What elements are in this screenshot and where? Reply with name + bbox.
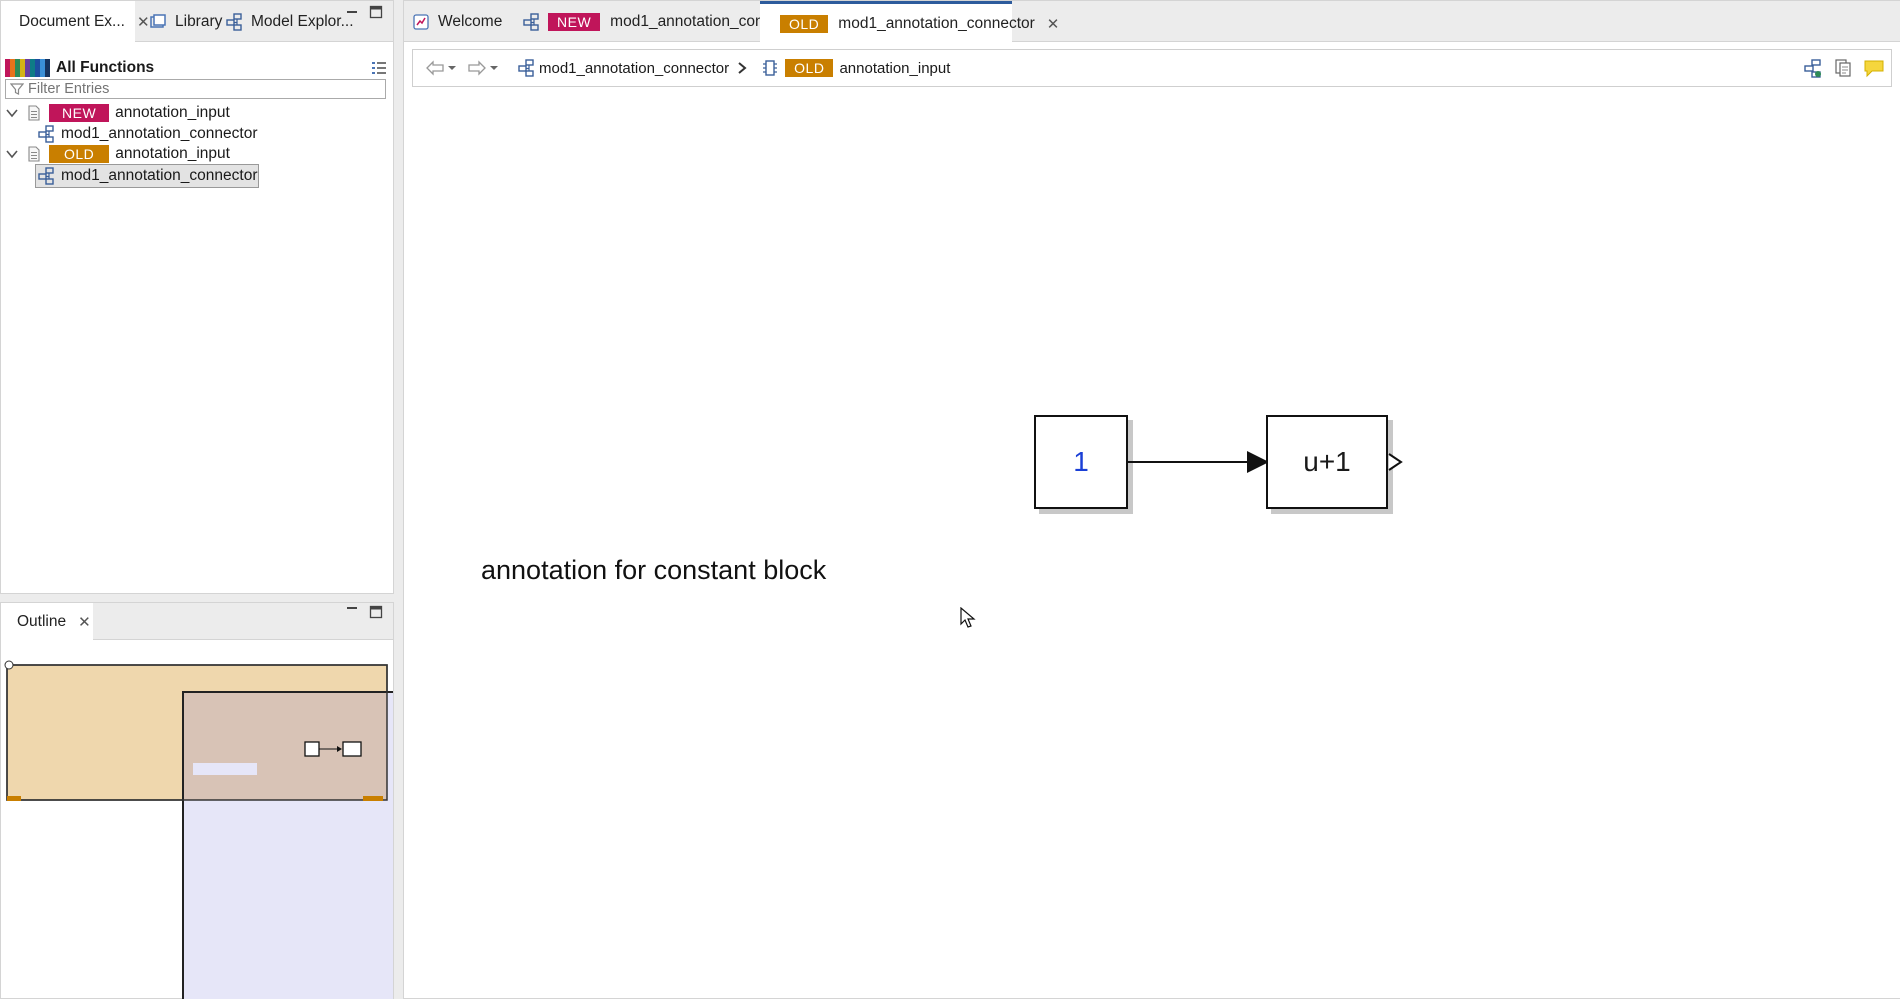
hierarchy-icon[interactable] xyxy=(1803,58,1823,78)
document-icon xyxy=(28,105,40,121)
list-view-icon[interactable] xyxy=(371,60,387,76)
subsystem-icon xyxy=(38,167,54,185)
document-explorer-panel: Document Ex... ✕ Library Model Explor... xyxy=(0,0,394,594)
constant-block[interactable]: 1 xyxy=(1034,415,1128,509)
document-icon xyxy=(28,146,40,162)
breadcrumb-item-annotation-input[interactable]: OLD annotation_input xyxy=(761,59,950,77)
breadcrumb-item-model[interactable]: mod1_annotation_connector xyxy=(517,59,729,77)
function-expression: u+1 xyxy=(1303,446,1351,477)
welcome-icon xyxy=(413,13,429,30)
model-icon xyxy=(518,59,534,77)
chevron-down-icon[interactable] xyxy=(5,106,19,120)
maximize-icon[interactable] xyxy=(369,605,383,619)
tree-label: mod1_annotation_connector xyxy=(61,167,258,184)
close-icon[interactable]: ✕ xyxy=(1047,15,1060,33)
minimize-icon[interactable] xyxy=(345,601,359,615)
subsystem-icon xyxy=(523,12,539,31)
breadcrumb-label: annotation_input xyxy=(839,59,951,77)
functions-header: All Functions xyxy=(5,58,387,78)
tab-label: Model Explor... xyxy=(251,12,354,30)
outline-tabbar: Outline ✕ xyxy=(1,603,393,641)
filter-icon xyxy=(10,83,24,95)
chip-icon xyxy=(763,60,778,76)
tab-label: Document Ex... xyxy=(19,13,125,30)
tab-old-connector[interactable]: OLD mod1_annotation_connector ✕ xyxy=(760,1,1059,43)
editor-tabbar: Welcome NEW mod1_annotation_connector OL… xyxy=(404,1,1900,43)
tab-label: Welcome xyxy=(438,12,503,30)
filter-input[interactable] xyxy=(28,81,368,97)
toolbar-right xyxy=(1803,58,1885,78)
tab-welcome[interactable]: Welcome xyxy=(404,1,510,42)
old-tag: OLD xyxy=(49,145,110,163)
chevron-down-icon[interactable] xyxy=(447,63,457,73)
old-tag: OLD xyxy=(785,59,834,77)
tree-node-old-child[interactable]: mod1_annotation_connector xyxy=(35,164,260,188)
tree-node-new[interactable]: NEW annotation_input xyxy=(5,102,230,124)
tree-node-new-child[interactable]: mod1_annotation_connector xyxy=(37,123,257,145)
chevron-down-icon[interactable] xyxy=(489,63,499,73)
function-block[interactable]: u+1 xyxy=(1266,415,1388,509)
copy-icon[interactable] xyxy=(1833,58,1853,78)
editor-panel: Welcome NEW mod1_annotation_connector OL… xyxy=(403,0,1900,999)
subsystem-icon xyxy=(38,125,54,143)
mouse-cursor-icon xyxy=(960,607,976,628)
functions-title: All Functions xyxy=(56,59,155,76)
output-port xyxy=(1388,453,1403,471)
new-tag: NEW xyxy=(548,12,601,31)
chevron-right-icon xyxy=(738,62,747,74)
tab-label: mod1_annotation_connector xyxy=(838,14,1035,32)
minimize-icon[interactable] xyxy=(345,5,359,19)
library-icon xyxy=(150,13,166,28)
tree-label: annotation_input xyxy=(115,104,230,121)
old-tag: OLD xyxy=(780,14,829,33)
tree-node-old[interactable]: OLD annotation_input xyxy=(5,143,230,165)
diagram-canvas[interactable]: annotation for constant block 1 u+1 xyxy=(404,97,1900,998)
back-arrow-icon[interactable] xyxy=(425,60,445,76)
outline-panel: Outline ✕ xyxy=(0,602,394,999)
signal-line[interactable] xyxy=(1127,445,1287,479)
tab-document-explorer[interactable]: Document Ex... ✕ xyxy=(1,1,150,43)
new-tag: NEW xyxy=(49,104,110,122)
constant-value: 1 xyxy=(1073,446,1089,477)
color-bar-icon xyxy=(5,59,50,77)
annotation-text[interactable]: annotation for constant block xyxy=(481,555,826,586)
left-tabbar: Document Ex... ✕ Library Model Explor... xyxy=(1,1,393,43)
tree-label: annotation_input xyxy=(115,145,230,162)
outline-minimap[interactable] xyxy=(3,659,393,999)
model-explorer-icon xyxy=(226,12,242,31)
note-icon[interactable] xyxy=(1863,58,1885,78)
maximize-icon[interactable] xyxy=(369,5,383,19)
breadcrumb: mod1_annotation_connector OLD annotation… xyxy=(412,49,1892,87)
close-icon[interactable]: ✕ xyxy=(78,613,91,631)
breadcrumb-label: mod1_annotation_connector xyxy=(539,59,730,77)
tree-label: mod1_annotation_connector xyxy=(61,125,258,142)
chevron-down-icon[interactable] xyxy=(5,147,19,161)
tab-label: Outline xyxy=(17,613,67,630)
filter-box xyxy=(5,79,386,99)
tab-model-explorer[interactable]: Model Explor... xyxy=(213,1,362,42)
forward-arrow-icon[interactable] xyxy=(467,60,487,76)
tab-outline[interactable]: Outline ✕ xyxy=(1,603,93,641)
